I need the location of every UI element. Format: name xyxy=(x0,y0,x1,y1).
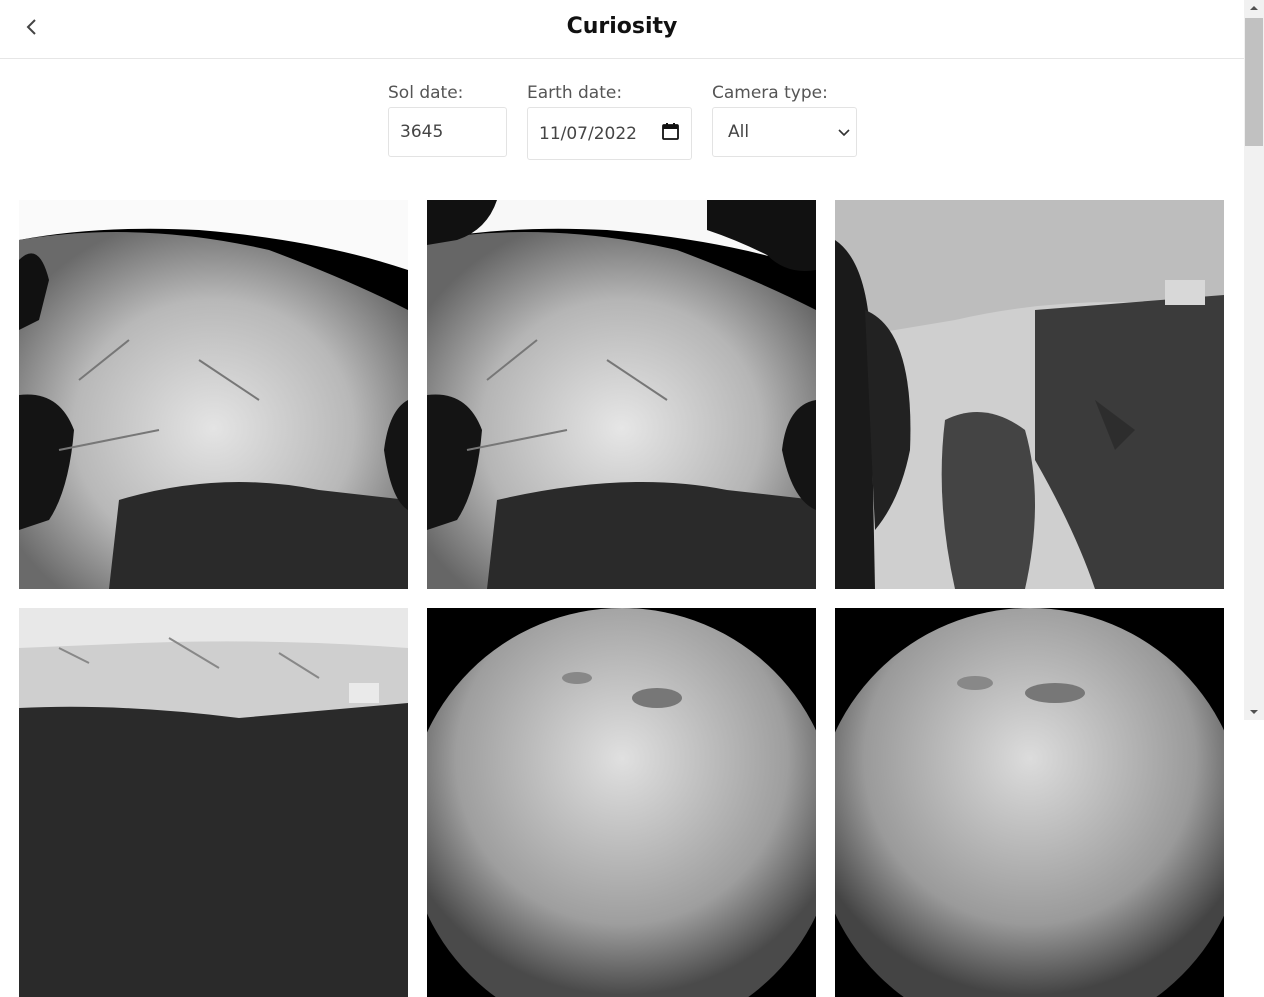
camera-type-select[interactable]: All xyxy=(712,107,857,157)
photo-grid xyxy=(19,200,1224,997)
earth-date-input[interactable]: 11/07/2022 xyxy=(527,107,692,160)
camera-type-field: Camera type: All xyxy=(712,82,857,160)
sol-date-input[interactable]: 3645 xyxy=(388,107,507,157)
rover-photo[interactable] xyxy=(835,608,1224,997)
sol-date-label: Sol date: xyxy=(388,83,464,103)
rover-photo[interactable] xyxy=(19,608,408,997)
scroll-down-arrow-icon[interactable] xyxy=(1244,704,1264,720)
earth-date-field: Earth date: 11/07/2022 xyxy=(527,82,692,160)
calendar-icon[interactable] xyxy=(662,122,679,145)
page-title: Curiosity xyxy=(566,14,678,39)
sol-date-field: Sol date: 3645 xyxy=(388,82,507,160)
rover-photo[interactable] xyxy=(427,200,816,589)
rover-photo[interactable] xyxy=(427,608,816,997)
rover-photo[interactable] xyxy=(835,200,1224,589)
earth-date-value: 11/07/2022 xyxy=(539,123,637,144)
app-header: Curiosity xyxy=(0,0,1244,59)
sol-date-value: 3645 xyxy=(400,122,444,142)
scroll-up-arrow-icon[interactable] xyxy=(1244,0,1264,16)
camera-type-label: Camera type: xyxy=(712,83,828,103)
scrollbar-thumb[interactable] xyxy=(1245,18,1263,146)
earth-date-label: Earth date: xyxy=(527,83,623,103)
filters-bar: Sol date: 3645 Earth date: 11/07/2022 Ca… xyxy=(388,82,857,160)
rover-photo[interactable] xyxy=(19,200,408,589)
chevron-down-icon xyxy=(838,122,850,142)
camera-type-value: All xyxy=(728,122,750,142)
